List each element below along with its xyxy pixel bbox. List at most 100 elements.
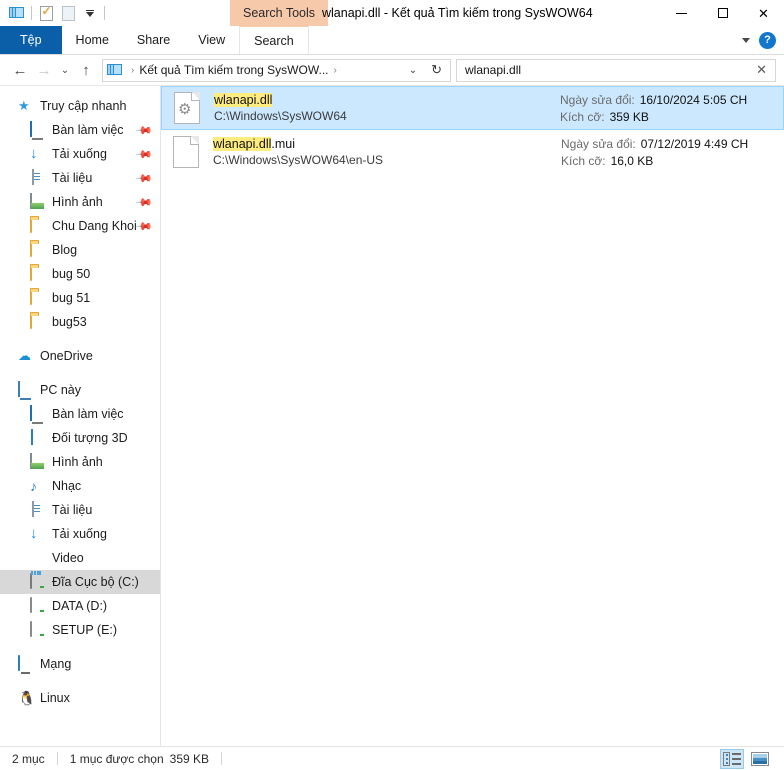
breadcrumb-explorer-icon: [107, 63, 123, 77]
maximize-button[interactable]: [702, 0, 743, 26]
details-view-button[interactable]: [720, 749, 744, 769]
generic-file-icon: [171, 134, 203, 170]
sidebar-item-pc-downloads[interactable]: ↓ Tải xuống: [0, 522, 160, 546]
size-value: 16,0 KB: [611, 154, 654, 168]
refresh-icon[interactable]: ↻: [425, 62, 448, 78]
sidebar-item-quick-access[interactable]: ★ Truy cập nhanh: [0, 94, 160, 118]
tab-view[interactable]: View: [184, 26, 239, 54]
sidebar-label: Tải xuống: [52, 527, 107, 541]
up-button[interactable]: ↑: [74, 58, 98, 82]
clear-search-icon[interactable]: ✕: [752, 62, 771, 78]
search-input-value[interactable]: wlanapi.dll: [465, 63, 752, 77]
sidebar-item-bug-50[interactable]: bug 50: [0, 262, 160, 286]
dll-file-icon: ⚙: [172, 90, 204, 126]
tab-file[interactable]: Tệp: [0, 26, 62, 54]
breadcrumb[interactable]: › Kết quả Tìm kiếm trong SysWOW... › ⌄ ↻: [102, 59, 451, 82]
search-results-list: ⚙ wlanapi.dll C:\Windows\SysWOW64 Ngày s…: [161, 86, 784, 746]
explorer-icon[interactable]: [6, 2, 28, 24]
date-modified-line: Ngày sửa đổi: 16/10/2024 5:05 CH: [560, 93, 775, 107]
sidebar-label: Nhạc: [52, 479, 81, 493]
sidebar-item-3d-objects[interactable]: Đối tượng 3D: [0, 426, 160, 450]
view-toggle-group: [720, 749, 780, 769]
search-input[interactable]: wlanapi.dll ✕: [456, 59, 776, 82]
selection-info: 1 mục được chọn: [70, 752, 164, 766]
sidebar-gap-3: [0, 642, 160, 652]
sidebar-item-downloads[interactable]: ↓ Tải xuống 📌: [0, 142, 160, 166]
sidebar-item-data-d[interactable]: DATA (D:): [0, 594, 160, 618]
sidebar-gap-1: [0, 334, 160, 344]
back-button[interactable]: ←: [8, 58, 32, 82]
result-meta-block: Ngày sửa đổi: 16/10/2024 5:05 CH Kích cỡ…: [560, 93, 775, 124]
tab-share[interactable]: Share: [123, 26, 184, 54]
size-line: Kích cỡ: 16,0 KB: [561, 154, 776, 168]
sidebar-label: bug 50: [52, 267, 90, 281]
sidebar-item-pc-pictures[interactable]: Hình ảnh: [0, 450, 160, 474]
status-divider-2: [221, 752, 222, 765]
ribbon-right-controls: ?: [735, 26, 784, 54]
sidebar-item-documents[interactable]: Tài liệu 📌: [0, 166, 160, 190]
sidebar-item-music[interactable]: ♪ Nhạc: [0, 474, 160, 498]
result-text-block: wlanapi.dll C:\Windows\SysWOW64: [214, 93, 560, 123]
sidebar-item-desktop[interactable]: Bàn làm việc 📌: [0, 118, 160, 142]
sidebar-item-onedrive[interactable]: ☁ OneDrive: [0, 344, 160, 368]
sidebar-item-pc-desktop[interactable]: Bàn làm việc: [0, 402, 160, 426]
quick-access-toolbar: [0, 0, 108, 26]
recent-locations-button[interactable]: ⌄: [56, 58, 74, 82]
sidebar-label: Hình ảnh: [52, 195, 103, 209]
sidebar-item-bug53[interactable]: bug53: [0, 310, 160, 334]
breadcrumb-separator-2[interactable]: ›: [329, 65, 342, 76]
table-row[interactable]: ⚙ wlanapi.dll C:\Windows\SysWOW64 Ngày s…: [161, 86, 784, 130]
chevron-down-icon[interactable]: [735, 29, 757, 51]
help-icon[interactable]: ?: [759, 32, 776, 49]
local-drive-icon: [30, 574, 46, 590]
sidebar-label: Hình ảnh: [52, 455, 103, 469]
minimize-button[interactable]: [661, 0, 702, 26]
tab-home[interactable]: Home: [62, 26, 123, 54]
sidebar-item-local-disk-c[interactable]: Đĩa Cục bộ (C:): [0, 570, 160, 594]
file-path: C:\Windows\SysWOW64: [214, 109, 560, 123]
window-body: ★ Truy cập nhanh Bàn làm việc 📌 ↓ Tải xu…: [0, 85, 784, 746]
status-bar: 2 mục 1 mục được chọn 359 KB: [0, 746, 784, 770]
address-history-icon[interactable]: ⌄: [401, 65, 425, 76]
tab-search[interactable]: Search: [239, 25, 309, 54]
size-value: 359 KB: [610, 110, 649, 124]
sidebar-item-bug-51[interactable]: bug 51: [0, 286, 160, 310]
pc-icon: [18, 382, 34, 398]
sidebar-item-this-pc[interactable]: PC này: [0, 378, 160, 402]
date-modified-value: 07/12/2019 4:49 CH: [641, 137, 748, 151]
sidebar-label: OneDrive: [40, 349, 93, 363]
large-icons-view-button[interactable]: [748, 749, 772, 769]
size-label: Kích cỡ:: [560, 110, 605, 124]
sidebar-item-linux[interactable]: 🐧 Linux: [0, 686, 160, 710]
result-meta-block: Ngày sửa đổi: 07/12/2019 4:49 CH Kích cỡ…: [561, 137, 776, 168]
sidebar-item-pc-documents[interactable]: Tài liệu: [0, 498, 160, 522]
sidebar-item-pictures[interactable]: Hình ảnh 📌: [0, 190, 160, 214]
sidebar-item-videos[interactable]: Video: [0, 546, 160, 570]
sidebar-item-chu-dang-khoi[interactable]: Chu Dang Khoi 📌: [0, 214, 160, 238]
properties-icon[interactable]: [35, 2, 57, 24]
title-bar: Search Tools wlanapi.dll - Kết quả Tìm k…: [0, 0, 784, 26]
customize-dropdown-icon[interactable]: [79, 2, 101, 24]
sidebar-label: Tài liệu: [52, 171, 92, 185]
sidebar-item-network[interactable]: Mạng: [0, 652, 160, 676]
sidebar-item-setup-e[interactable]: SETUP (E:): [0, 618, 160, 642]
ribbon-tab-bar: Tệp Home Share View Search ?: [0, 26, 784, 55]
sidebar-gap-2: [0, 368, 160, 378]
folder-icon: [30, 314, 46, 330]
file-name: wlanapi.dll.mui: [213, 137, 561, 151]
drive-icon: [30, 622, 46, 638]
cloud-icon: ☁: [18, 348, 34, 364]
sidebar-gap-4: [0, 676, 160, 686]
pictures-icon: [30, 454, 46, 470]
close-button[interactable]: ✕: [743, 0, 784, 26]
sidebar-item-blog[interactable]: Blog: [0, 238, 160, 262]
sidebar-label: Tài liệu: [52, 503, 92, 517]
forward-button[interactable]: →: [32, 58, 56, 82]
table-row[interactable]: wlanapi.dll.mui C:\Windows\SysWOW64\en-U…: [161, 130, 784, 174]
date-modified-line: Ngày sửa đổi: 07/12/2019 4:49 CH: [561, 137, 776, 151]
sidebar-label: Bàn làm việc: [52, 407, 124, 421]
status-divider: [57, 752, 58, 765]
new-folder-icon[interactable]: [57, 2, 79, 24]
breadcrumb-item-search-results[interactable]: Kết quả Tìm kiếm trong SysWOW...: [139, 63, 328, 77]
network-icon: [18, 656, 34, 672]
